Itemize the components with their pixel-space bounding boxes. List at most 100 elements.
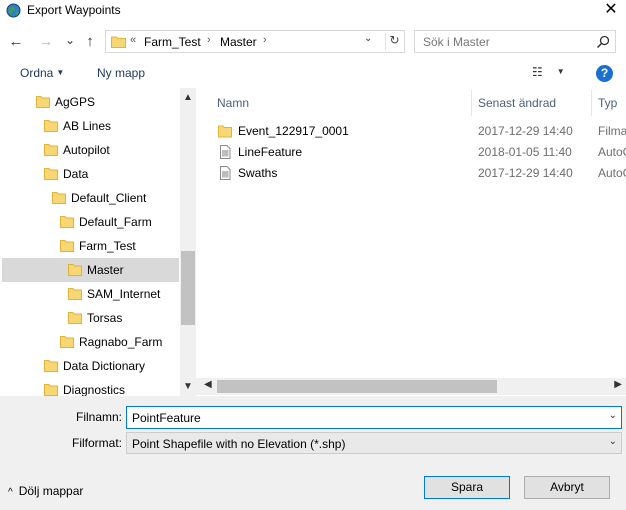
tree-item[interactable]: Default_Client — [2, 186, 179, 210]
folder-icon — [52, 192, 66, 204]
scroll-right-icon[interactable]: ▶ — [614, 379, 622, 390]
file-list-horizontal-scrollbar[interactable]: ◀ ▶ — [196, 378, 626, 395]
tree-item-label: Data Dictionary — [63, 359, 146, 373]
folder-icon — [44, 144, 58, 156]
tree-item[interactable]: AgGPS — [2, 90, 179, 114]
cancel-button[interactable]: Avbryt — [524, 476, 610, 499]
up-button[interactable]: ↑ — [80, 32, 100, 52]
tree-item[interactable]: Master — [2, 258, 179, 282]
tree-item-label: SAM_Internet — [87, 287, 161, 301]
scroll-down-icon[interactable]: ▼ — [183, 381, 193, 392]
tree-item-label: Default_Client — [71, 191, 147, 205]
tree-item[interactable]: Data — [2, 162, 179, 186]
breadcrumb-separator: › — [207, 34, 211, 46]
close-button[interactable]: ✕ — [596, 0, 626, 22]
view-options-button[interactable]: ☷ ▼ — [532, 65, 570, 83]
tree-item-label: Ragnabo_Farm — [79, 335, 163, 349]
recent-locations-button[interactable]: ⌄ — [60, 30, 80, 50]
tree-item[interactable]: Diagnostics — [2, 378, 179, 396]
file-modified: 2017-12-29 14:40 — [478, 124, 573, 138]
folder-icon — [60, 216, 74, 228]
sort-ascending-icon: ⌃ — [337, 88, 346, 95]
file-name: LineFeature — [238, 145, 303, 159]
column-header-type[interactable]: Typ — [598, 96, 617, 110]
tree-item[interactable]: Default_Farm — [2, 210, 179, 234]
file-format-select[interactable]: Point Shapefile with no Elevation (*.shp… — [126, 432, 622, 454]
breadcrumb-separator: › — [263, 34, 267, 46]
column-header-modified[interactable]: Senast ändrad — [478, 96, 556, 110]
scroll-up-icon[interactable]: ▲ — [183, 92, 193, 103]
file-type: AutoC — [598, 166, 626, 180]
tree-item-label: Farm_Test — [79, 239, 136, 253]
back-button[interactable]: ← — [6, 32, 26, 52]
search-placeholder: Sök i Master — [423, 35, 490, 49]
file-list: ⌃ Namn Senast ändrad Typ Event_122917_00… — [196, 88, 626, 380]
folder-icon — [44, 360, 58, 372]
save-form: Filnamn: PointFeature ⌄ Filformat: Point… — [0, 396, 626, 510]
tree-item[interactable]: Ragnabo_Farm — [2, 330, 179, 354]
refresh-icon[interactable]: ↻ — [385, 33, 403, 50]
column-header-name[interactable]: Namn — [217, 96, 249, 110]
address-dropdown-icon[interactable]: ⌄ — [364, 33, 372, 44]
format-label: Filformat: — [71, 436, 122, 450]
organize-button[interactable]: Ordna ▼ — [20, 66, 64, 80]
tree-item[interactable]: AB Lines — [2, 114, 179, 138]
file-modified: 2017-12-29 14:40 — [478, 166, 573, 180]
file-row[interactable]: Event_122917_0001 2017-12-29 14:40 Filma — [214, 121, 626, 141]
tree-item-label: Default_Farm — [79, 215, 152, 229]
tree-item[interactable]: Autopilot — [2, 138, 179, 162]
file-type: AutoC — [598, 145, 626, 159]
forward-button[interactable]: → — [36, 32, 56, 52]
hide-folders-button[interactable]: ^ Dölj mappar — [8, 484, 83, 498]
save-button[interactable]: Spara — [424, 476, 510, 499]
hide-folders-label: Dölj mappar — [18, 484, 84, 498]
details-view-icon: ☷ — [532, 65, 543, 79]
new-folder-button[interactable]: Ny mapp — [97, 66, 145, 80]
breadcrumb-master[interactable]: Master — [220, 35, 257, 49]
column-divider[interactable] — [471, 90, 472, 116]
folder-icon — [111, 36, 126, 48]
folder-icon — [60, 336, 74, 348]
filename-label: Filnamn: — [75, 410, 122, 424]
tree-item[interactable]: SAM_Internet — [2, 282, 179, 306]
breadcrumb-farm-test[interactable]: Farm_Test — [144, 35, 201, 49]
search-icon[interactable] — [595, 34, 611, 50]
scroll-left-icon[interactable]: ◀ — [204, 379, 212, 390]
file-row[interactable]: LineFeature 2018-01-05 11:40 AutoC — [214, 142, 626, 162]
folder-tree: AgGPS AB Lines Autopilot Data Default_Client… — [0, 88, 196, 396]
file-modified: 2018-01-05 11:40 — [478, 145, 572, 159]
command-bar: Ordna ▼ Ny mapp ☷ ▼ ? — [0, 60, 626, 88]
folder-icon — [36, 96, 50, 108]
folder-icon — [218, 125, 232, 138]
folder-icon — [68, 312, 82, 324]
chevron-down-icon[interactable]: ⌄ — [609, 410, 617, 421]
scrollbar-thumb[interactable] — [217, 380, 497, 393]
caret-down-icon: ▼ — [556, 67, 565, 76]
column-divider[interactable] — [591, 90, 592, 116]
chevron-up-icon: ^ — [8, 487, 13, 498]
tree-item-label: Diagnostics — [63, 383, 126, 396]
file-row[interactable]: Swaths 2017-12-29 14:40 AutoC — [214, 163, 626, 183]
folder-icon — [68, 264, 82, 276]
file-name: Swaths — [238, 166, 278, 180]
folder-icon — [44, 384, 58, 396]
tree-item[interactable]: Farm_Test — [2, 234, 179, 258]
address-overflow[interactable]: « — [130, 34, 136, 46]
search-input[interactable]: Sök i Master — [414, 30, 616, 53]
document-icon — [220, 166, 231, 180]
tree-item-label: AgGPS — [55, 95, 96, 109]
tree-vertical-scrollbar[interactable]: ▲ ▼ — [180, 88, 196, 396]
filename-field[interactable]: PointFeature ⌄ — [126, 406, 622, 429]
address-bar[interactable]: « Farm_Test › Master › ⌄ ↻ — [105, 30, 405, 53]
tree-item-label: Master — [87, 263, 124, 277]
tree-item-label: Torsas — [87, 311, 123, 325]
chevron-down-icon[interactable]: ⌄ — [609, 436, 617, 447]
tree-item[interactable]: Data Dictionary — [2, 354, 179, 378]
filename-value[interactable]: PointFeature — [132, 411, 201, 425]
file-format-value: Point Shapefile with no Elevation (*.shp… — [132, 437, 346, 451]
scrollbar-thumb[interactable] — [181, 251, 195, 325]
help-button[interactable]: ? — [596, 65, 613, 82]
tree-item[interactable]: Torsas — [2, 306, 179, 330]
title-bar: Export Waypoints ✕ — [0, 0, 626, 22]
folder-icon — [60, 240, 74, 252]
